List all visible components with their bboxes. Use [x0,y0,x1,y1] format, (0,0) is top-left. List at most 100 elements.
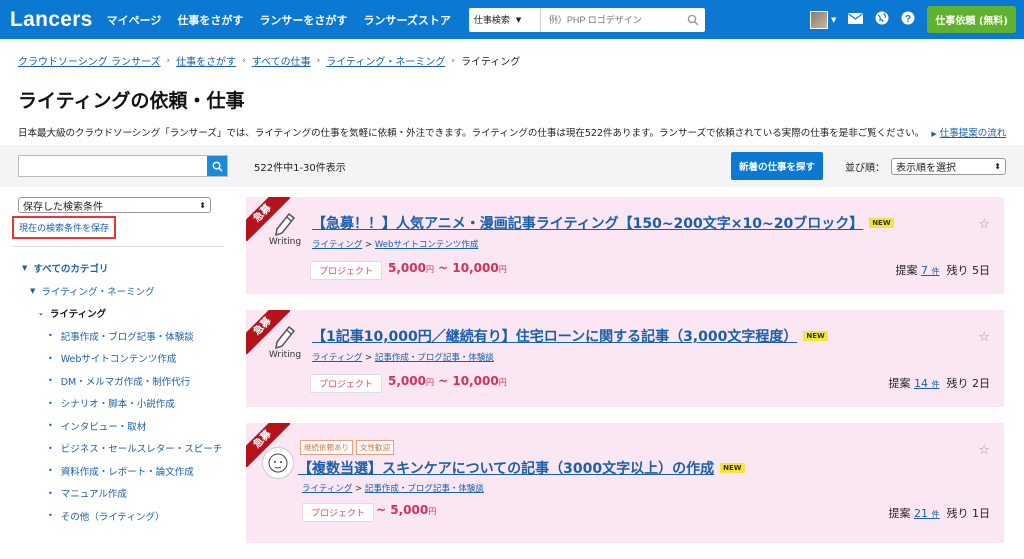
post-job-button[interactable]: 仕事依頼 (無料) [927,6,1016,33]
breadcrumb: クラウドソーシング ランサーズ › 仕事をさがす › すべての仕事 › ライティング・… [0,39,1024,69]
favorite-star-icon[interactable]: ☆ [978,217,990,232]
proposal-count: 14 [914,377,928,390]
tree-item-child[interactable]: • DM・メルマガ作成・制作代行 [18,370,228,393]
category-link[interactable]: ライティング [312,240,362,250]
tree-item-child[interactable]: • インタビュー・取材 [18,415,228,438]
breadcrumb-all-jobs[interactable]: すべての仕事 [252,53,311,68]
tree-label: シナリオ・脚本・小説作成 [60,399,175,411]
user-menu[interactable]: ▼ [809,10,836,29]
keyword-search-input[interactable] [18,155,228,177]
search-icon[interactable] [681,8,705,32]
tree-item-child[interactable]: • 資料作成・レポート・論文作成 [18,460,228,483]
description-text: 日本最大級のクラウドソーシング「ランサーズ」では、ライティングの仕事を気軽に依頼… [18,128,925,139]
help-icon[interactable]: ? [901,11,915,29]
subcategory-link[interactable]: Webサイトコンテンツ作成 [375,240,479,250]
sidebar: 保存した検索条件 ⬍ 現在の検索条件を保存 ▼ すべてのカテゴリ ▼ ライティング・… [12,197,228,528]
chevron-right-icon: › [242,55,246,66]
proposal-flow-link[interactable]: 仕事提案の流れ [940,128,1007,139]
header-right: ▼ ? 仕事依頼 (無料) [809,6,1016,33]
job-card: 急募 Writing 【急募！！】人気アニメ・漫画記事ライティング【150~20… [246,197,1004,294]
proposals-label: 提案 [888,377,911,390]
header-search-input[interactable] [540,7,681,32]
tree-item-child[interactable]: • マニュアル作成 [18,482,228,505]
tree-item-child[interactable]: • その他（ライティング） [18,505,228,528]
new-jobs-button[interactable]: 新着の仕事を探す [730,152,823,180]
writing-thumbnail: Writing [266,212,304,254]
count-unit: 件 [931,380,940,389]
saved-search-select[interactable]: 保存した検索条件 ⬍ [18,197,211,213]
search-icon[interactable] [207,156,227,176]
subcategory-link[interactable]: 記事作成・ブログ記事・体験談 [375,353,494,363]
job-type-badge: プロジェクト [310,261,383,280]
nav-mypage[interactable]: マイページ [107,12,162,28]
category-link[interactable]: ライティング [312,353,362,363]
price-tilde: ~ [438,374,449,388]
nav-find-lancers[interactable]: ランサーをさがす [259,12,347,28]
tag-continuous: 継続依頼あり [300,440,353,455]
chevron-right-icon: › [451,55,456,66]
new-badge: NEW [869,218,894,228]
tree-item-child[interactable]: • Webサイトコンテンツ作成 [18,347,228,370]
search-type-select[interactable]: 仕事検索 ▼ [469,7,541,32]
new-badge: NEW [803,331,828,341]
updown-icon: ⬍ [199,200,206,210]
client-avatar [262,447,294,479]
job-card: 急募 継続依頼あり 女性歓迎 【複数当選】スキンケアについての記事（3000文字… [246,423,1004,543]
mail-icon[interactable] [848,12,864,28]
save-search-link[interactable]: 現在の検索条件を保存 [12,216,117,239]
avatar [809,10,828,29]
sort-select[interactable]: 表示順を選択 ⬍ [891,157,1006,175]
tree-label: DM・メルマガ作成・制作代行 [60,376,191,388]
price-tilde: ~ [376,503,387,517]
bullet-icon: • [48,511,53,521]
tree-label: ビジネス・セールスレター・スピーチ [60,444,223,456]
tree-item-writing-naming[interactable]: ▼ ライティング・ネーミング [18,280,228,303]
proposals-label: 提案 [888,507,911,520]
nav-store[interactable]: ランサーズストア [363,12,450,28]
job-title-link[interactable]: 【1記事10,000円／継続有り】住宅ローンに関する記事（3,000文字程度） N… [312,326,828,346]
job-tags: 継続依頼あり 女性歓迎 [300,440,394,455]
page-description: 日本最大級のクラウドソーシング「ランサーズ」では、ライティングの仕事を気軽に依頼… [0,113,1024,139]
tree-item-child[interactable]: • ビジネス・セールスレター・スピーチ [18,437,228,460]
chevron-right-icon: › [166,55,171,66]
tree-item-child[interactable]: • シナリオ・脚本・小説作成 [18,392,228,415]
bullet-icon: • [48,353,53,363]
tree-item-child[interactable]: • 記事作成・ブログ記事・体験談 [18,325,228,348]
job-title-link[interactable]: 【急募！！】人気アニメ・漫画記事ライティング【150~200文字×10~20ブロ… [312,213,894,233]
favorite-star-icon[interactable]: ☆ [978,330,990,345]
globe-icon[interactable] [875,11,889,29]
job-title-link[interactable]: 【複数当選】スキンケアについての記事（3000文字以上）の作成 NEW [298,458,745,478]
saved-search-value: 保存した検索条件 [23,201,103,213]
breadcrumb-home[interactable]: クラウドソーシング ランサーズ [18,53,160,68]
category-link[interactable]: ライティング [302,484,352,494]
job-title-text: 【1記事10,000円／継続有り】住宅ローンに関する記事（3,000文字程度） [312,329,798,345]
proposal-count: 7 [921,264,928,277]
job-category: ライティング > 記事作成・ブログ記事・体験談 [312,351,494,363]
proposals-link[interactable]: 7 件 [921,264,940,277]
proposals-link[interactable]: 14 件 [914,377,940,390]
job-title-text: 【急募！！】人気アニメ・漫画記事ライティング【150~200文字×10~20ブロ… [312,216,864,232]
breadcrumb-find-jobs[interactable]: 仕事をさがす [176,53,236,68]
job-stats: 提案 14 件 残り 2日 [889,375,991,391]
job-type-badge: プロジェクト [302,503,375,522]
nav-find-jobs[interactable]: 仕事をさがす [177,12,243,28]
breadcrumb-current: ライティング [461,57,521,68]
triangle-right-icon: ▶ [931,130,937,138]
thumbnail-label: Writing [268,350,302,360]
category-separator: > [362,353,375,363]
price-min: 5,000 [388,374,426,388]
subcategory-link[interactable]: 記事作成・ブログ記事・体験談 [365,484,484,494]
bullet-icon: • [48,376,53,386]
tree-item-all[interactable]: ▼ すべてのカテゴリ [18,257,228,280]
svg-text:?: ? [905,14,911,25]
breadcrumb-writing-naming[interactable]: ライティング・ネーミング [326,53,445,68]
result-count: 522件中1-30件表示 [254,162,346,174]
chevron-right-icon: › [316,55,321,66]
proposals-label: 提案 [895,264,918,277]
favorite-star-icon[interactable]: ☆ [978,443,990,458]
tree-item-writing[interactable]: ⌄ ライティング [18,302,228,325]
proposals-link[interactable]: 21 件 [914,507,940,520]
lancers-logo[interactable]: Lancers [10,8,93,32]
job-stats: 提案 21 件 残り 1日 [889,505,991,521]
page-title: ライティングの依頼・仕事 [18,90,245,112]
